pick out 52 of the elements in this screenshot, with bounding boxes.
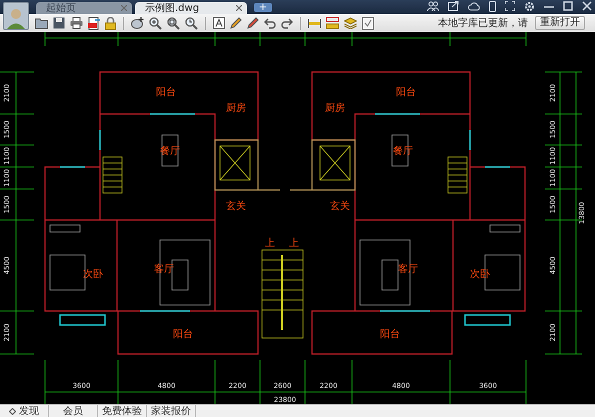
redo-icon[interactable]	[281, 18, 293, 28]
fullscreen-icon[interactable]	[505, 1, 515, 11]
room-label: 阳台	[173, 329, 193, 340]
document-export-icon[interactable]	[88, 16, 100, 30]
room-label: 阳台	[380, 329, 400, 340]
printer-icon[interactable]	[70, 17, 83, 29]
room-label: 阳台	[156, 87, 176, 98]
pencil-icon[interactable]	[230, 17, 242, 29]
reopen-button[interactable]: 重新打开	[535, 16, 585, 30]
folder-icon[interactable]	[35, 17, 48, 29]
bottom-tab[interactable]: 发现	[0, 405, 49, 417]
marker-pen-icon[interactable]	[247, 17, 259, 29]
new-tab-button[interactable]: +	[254, 3, 272, 12]
person-silhouette-icon	[6, 7, 26, 29]
text-tool-icon[interactable]	[213, 17, 225, 29]
room-label: 玄关	[330, 201, 350, 212]
stair-label: 上	[265, 238, 275, 249]
room-label: 餐厅	[160, 146, 180, 157]
settings-icon[interactable]	[524, 0, 535, 12]
layers-icon[interactable]	[344, 17, 357, 29]
notice-text: 本地字库已更新，请	[438, 16, 528, 30]
tab[interactable]: 示例图.dwg	[135, 2, 247, 14]
users-icon[interactable]	[427, 1, 439, 11]
document-check-icon[interactable]	[362, 16, 374, 30]
zoom-extents-icon[interactable]	[185, 16, 198, 30]
bottom-tab[interactable]: 免费体验	[98, 405, 147, 417]
stair-label: 上	[289, 238, 299, 249]
room-label: 厨房	[226, 103, 246, 114]
room-label: 客厅	[398, 264, 418, 275]
measure-icon[interactable]	[308, 18, 321, 28]
bottom-tab[interactable]: 家装报价	[147, 405, 196, 417]
area-measure-icon[interactable]	[326, 17, 339, 29]
zoom-pan-icon[interactable]	[131, 17, 144, 29]
close-icon[interactable]	[582, 1, 592, 11]
phone-icon[interactable]	[489, 0, 496, 12]
diamond-icon	[9, 408, 16, 414]
room-label: 客厅	[154, 264, 174, 275]
share-icon[interactable]	[448, 1, 459, 11]
cloud-icon[interactable]	[468, 1, 480, 11]
room-label: 次卧	[83, 269, 103, 280]
room-label: 阳台	[396, 87, 416, 98]
maximize-icon[interactable]	[563, 1, 573, 11]
room-label: 次卧	[470, 269, 490, 280]
undo-icon[interactable]	[264, 18, 276, 28]
room-label: 玄关	[226, 201, 246, 212]
zoom-in-icon[interactable]	[149, 16, 162, 30]
lock-icon[interactable]	[105, 16, 116, 30]
bottom-tab[interactable]: 会员	[49, 405, 98, 417]
zoom-window-icon[interactable]	[167, 16, 180, 30]
room-label: 餐厅	[393, 146, 413, 157]
tab-close-icon[interactable]	[236, 5, 242, 11]
room-label: 厨房	[325, 103, 345, 114]
